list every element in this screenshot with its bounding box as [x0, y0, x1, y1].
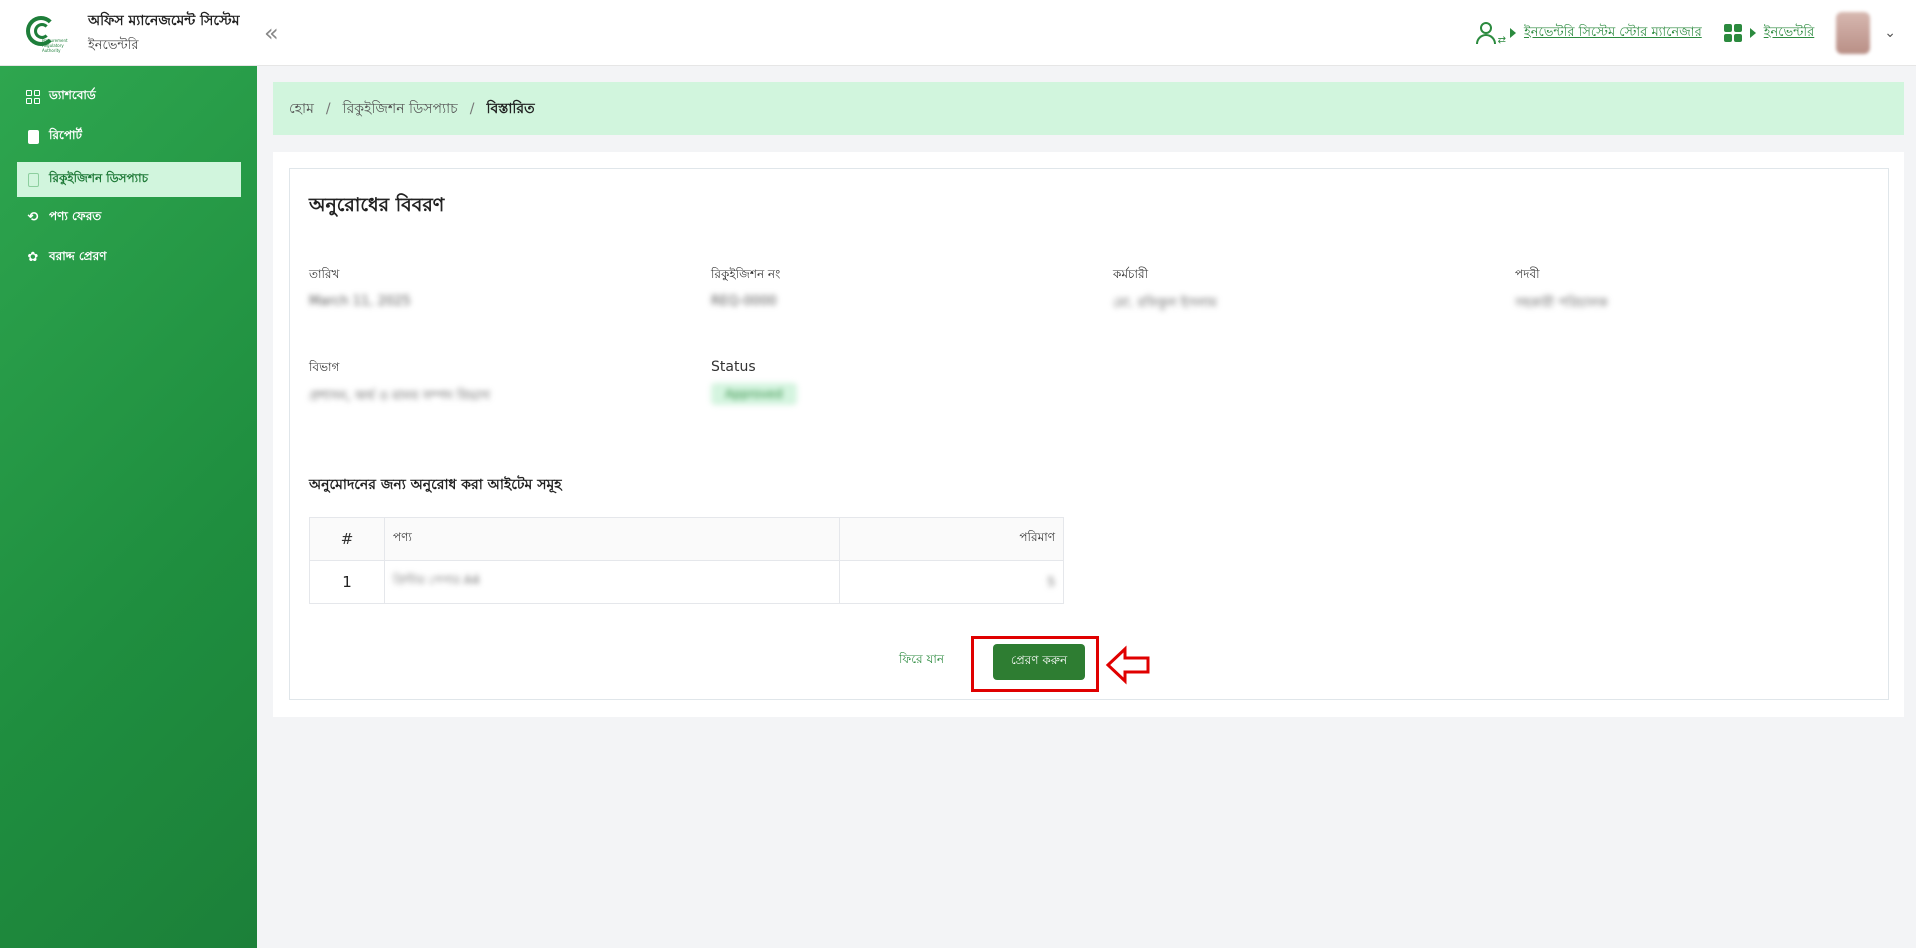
dashboard-grid-icon — [25, 89, 41, 105]
row-index: 1 — [309, 560, 385, 604]
field-label: কর্মচারী — [1113, 267, 1149, 281]
row-product: প্রিন্টার পেপার A4 — [384, 560, 840, 604]
employee-field: কর্মচারী মো. রফিকুল ইসলাম — [1113, 266, 1217, 315]
items-section-title: অনুমোদনের জন্য অনুরোধ করা আইটেম সমূহ — [309, 477, 562, 493]
breadcrumb-separator: / — [325, 100, 331, 117]
sidebar-item-label: বরাদ্দ প্রেরণ — [49, 248, 107, 263]
field-value: REQ-0000 — [711, 294, 777, 309]
field-value: প্রশাসন, অর্থ ও মানব সম্পদ বিভাগ — [309, 389, 490, 404]
sidebar-item-label: ড্যাশবোর্ড — [49, 87, 96, 102]
allocation-icon: ✿ — [27, 250, 39, 265]
sidebar-item-label: পণ্য ফেরত — [49, 208, 102, 223]
field-label: Status — [711, 359, 756, 375]
back-link[interactable]: ফিরে যান — [899, 651, 944, 671]
caret-right-icon — [1749, 28, 1756, 38]
app-subtitle: ইনভেন্টরি — [88, 37, 139, 53]
send-button[interactable]: প্রেরণ করুন — [993, 644, 1085, 680]
field-value: March 11, 2025 — [309, 294, 411, 309]
caret-right-icon — [1509, 28, 1516, 38]
header-actions: ⇄ ইনভেন্টরি সিস্টেম স্টোর ম্যানেজার ইনভে… — [1475, 0, 1896, 66]
column-header-quantity: পরিমাণ — [839, 517, 1064, 561]
module-link[interactable]: ইনভেন্টরি — [1764, 23, 1815, 44]
document-outline-icon — [25, 172, 41, 188]
product-name: প্রিন্টার পেপার A4 — [393, 573, 480, 587]
column-header-index: # — [309, 517, 385, 561]
apps-grid-icon[interactable] — [1723, 24, 1742, 42]
breadcrumb-current: বিস্তারিত — [486, 100, 535, 117]
document-icon — [25, 129, 41, 145]
app-title: অফিস ম্যানেজমেন্ট সিস্টেম — [88, 12, 240, 29]
sidebar-item-requisition-dispatch[interactable]: রিকুইজিশন ডিসপ্যাচ — [17, 162, 241, 197]
app-logo: Procurement Regulatory Authority — [24, 14, 72, 53]
logo-text: Procurement Regulatory Authority — [42, 37, 68, 53]
table-header-row: # পণ্য পরিমাণ — [309, 517, 1064, 561]
sidebar-item-allocation-send[interactable]: ✿ বরাদ্দ প্রেরণ — [17, 240, 241, 275]
requisition-no-field: রিকুইজিশন নং REQ-0000 — [711, 266, 780, 309]
requested-items-table: # পণ্য পরিমাণ 1 প্রিন্টার পেপার A4 5 — [309, 517, 1064, 604]
request-details-card: অনুরোধের বিবরণ তারিখ March 11, 2025 রিকু… — [289, 168, 1889, 700]
collapse-sidebar-icon[interactable]: « — [264, 19, 279, 47]
table-row: 1 প্রিন্টার পেপার A4 5 — [309, 560, 1064, 604]
sidebar-item-label: রিকুইজিশন ডিসপ্যাচ — [49, 170, 149, 185]
status-field: Status Approved — [711, 359, 797, 405]
sidebar-item-product-return[interactable]: ⟲ পণ্য ফেরত — [17, 200, 241, 235]
user-switch-icon[interactable]: ⇄ — [1475, 20, 1506, 46]
breadcrumb: হোম / রিকুইজিশন ডিসপ্যাচ / বিস্তারিত — [273, 82, 1904, 135]
row-quantity: 5 — [839, 560, 1064, 604]
column-header-product: পণ্য — [384, 517, 840, 561]
status-badge: Approved — [711, 383, 797, 405]
field-label: রিকুইজিশন নং — [711, 267, 781, 281]
chevron-down-icon[interactable]: ⌄ — [1884, 25, 1896, 41]
role-link[interactable]: ইনভেন্টরি সিস্টেম স্টোর ম্যানেজার — [1524, 23, 1702, 44]
field-label: তারিখ — [309, 267, 340, 281]
breadcrumb-home[interactable]: হোম — [289, 97, 314, 121]
department-field: বিভাগ প্রশাসন, অর্থ ও মানব সম্পদ বিভাগ — [309, 359, 490, 408]
content-panel: অনুরোধের বিবরণ তারিখ March 11, 2025 রিকু… — [273, 152, 1904, 717]
breadcrumb-separator: / — [469, 100, 475, 117]
top-header: Procurement Regulatory Authority অফিস ম্… — [0, 0, 1916, 66]
date-field: তারিখ March 11, 2025 — [309, 266, 411, 309]
quantity-value: 5 — [1047, 575, 1055, 589]
pointer-arrow-icon — [1105, 645, 1150, 685]
return-icon: ⟲ — [27, 210, 39, 225]
sidebar-item-report[interactable]: রিপোর্ট — [17, 119, 241, 154]
sidebar: ড্যাশবোর্ড রিপোর্ট রিকুইজিশন ডিসপ্যাচ ⟲ … — [0, 66, 257, 948]
designation-field: পদবী সহকারী পরিচালক — [1515, 266, 1608, 315]
field-value: সহকারী পরিচালক — [1515, 296, 1608, 311]
breadcrumb-requisition-dispatch[interactable]: রিকুইজিশন ডিসপ্যাচ — [343, 97, 458, 121]
field-label: পদবী — [1515, 267, 1540, 281]
brand: Procurement Regulatory Authority অফিস ম্… — [24, 9, 252, 57]
field-label: বিভাগ — [309, 360, 340, 374]
sidebar-item-dashboard[interactable]: ড্যাশবোর্ড — [17, 79, 241, 114]
page-title: অনুরোধের বিবরণ — [309, 194, 445, 216]
sidebar-item-label: রিপোর্ট — [49, 127, 83, 142]
avatar[interactable] — [1836, 12, 1871, 54]
field-value: মো. রফিকুল ইসলাম — [1113, 296, 1217, 311]
